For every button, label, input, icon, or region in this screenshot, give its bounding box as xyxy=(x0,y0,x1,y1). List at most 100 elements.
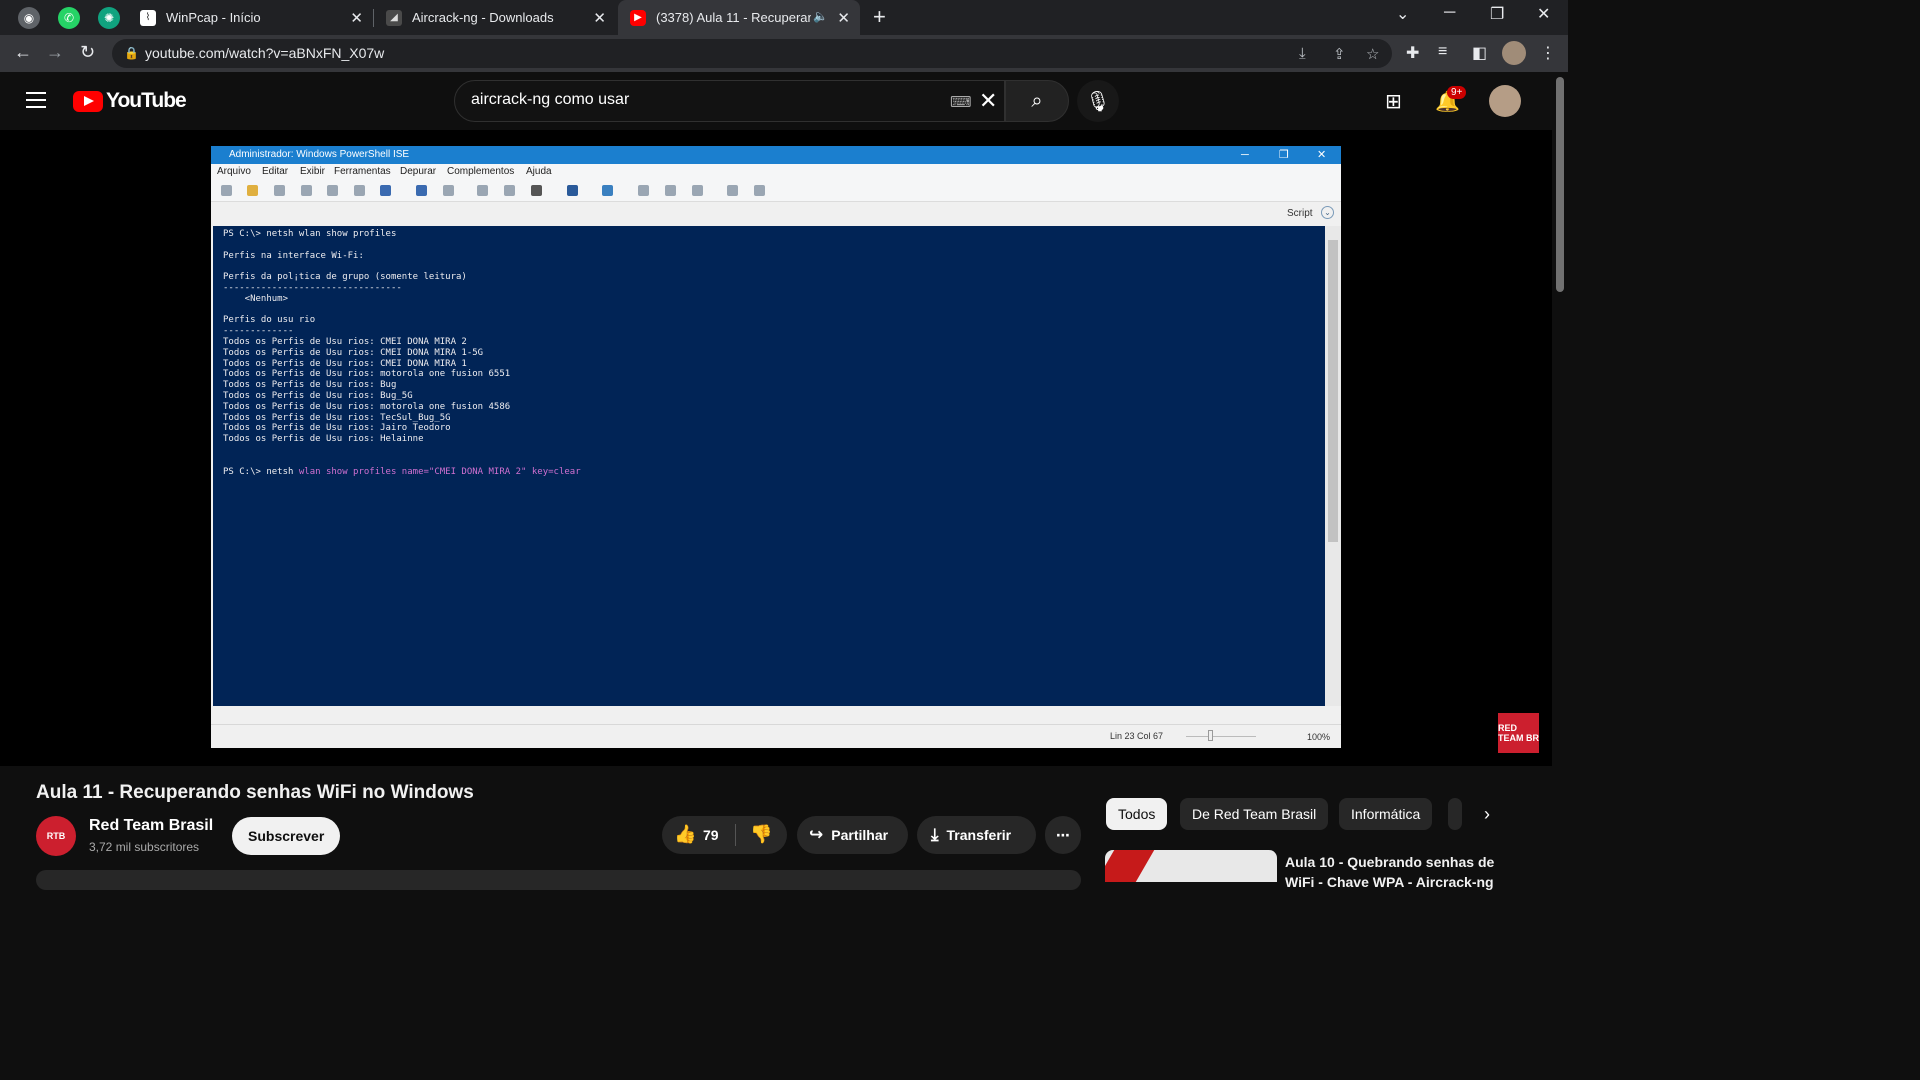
console-line: Todos os Perfis de Usu rios: Jairo Teodo… xyxy=(223,423,451,434)
tab-aircrack[interactable]: ◢ Aircrack-ng - Downloads ✕ xyxy=(374,0,616,35)
run-script-icon xyxy=(477,185,488,196)
like-icon[interactable]: 👍 xyxy=(674,824,696,845)
channel-name[interactable]: Red Team Brasil xyxy=(89,817,213,835)
tab-title: (3378) Aula 11 - Recuperand xyxy=(656,10,811,25)
page-scrollbar[interactable] xyxy=(1552,72,1568,882)
powershell-ise-window: Administrador: Windows PowerShell ISE ─ … xyxy=(211,146,1341,748)
chip-from-channel[interactable]: De Red Team Brasil xyxy=(1180,798,1329,830)
share-label: Partilhar xyxy=(831,827,889,843)
pinned-tab-icon[interactable]: ◉ xyxy=(18,7,40,29)
notifications-badge: 9+ xyxy=(1447,86,1467,99)
ise-menubar: Arquivo Editar Exibir Ferramentas Depura… xyxy=(211,164,1341,180)
console-line: Todos os Perfis de Usu rios: Bug xyxy=(223,380,397,391)
search-box[interactable]: ⌨ ✕ xyxy=(454,80,1005,122)
video-player[interactable]: Administrador: Windows PowerShell ISE ─ … xyxy=(0,130,1552,766)
like-count[interactable]: 79 xyxy=(703,827,719,843)
show-script-icon xyxy=(727,185,738,196)
lock-icon[interactable]: 🔒 xyxy=(124,46,139,60)
search-input[interactable] xyxy=(471,91,931,109)
url-text[interactable]: youtube.com/watch?v=aBNxFN_X07w xyxy=(145,45,384,61)
microphone-icon: 🎙 xyxy=(1085,90,1111,113)
layout-right-icon xyxy=(665,185,676,196)
run-selection-icon xyxy=(504,185,515,196)
side-panel-icon[interactable]: ◧ xyxy=(1472,43,1487,63)
chip-informatica[interactable]: Informática xyxy=(1339,798,1433,830)
share-button[interactable]: ↪ Partilhar xyxy=(797,816,908,854)
tab-title: WinPcap - Início xyxy=(166,10,261,25)
audio-playing-icon[interactable]: 🔈 xyxy=(813,9,828,23)
close-window-button[interactable]: ✕ xyxy=(1537,4,1550,24)
extensions-icon[interactable]: ✚ xyxy=(1406,43,1419,63)
restore-button[interactable]: ❐ xyxy=(1490,4,1504,24)
new-tab-button[interactable]: + xyxy=(873,4,886,30)
close-tab-icon[interactable]: ✕ xyxy=(837,9,850,27)
dislike-icon[interactable]: 👎 xyxy=(750,824,772,845)
redo-icon xyxy=(443,185,454,196)
zoom-level: 100% xyxy=(1307,732,1331,742)
close-tab-icon[interactable]: ✕ xyxy=(350,9,363,27)
profile-avatar[interactable] xyxy=(1502,41,1526,65)
menu-hamburger-icon[interactable] xyxy=(26,92,46,113)
reload-button[interactable]: ↻ xyxy=(80,42,95,63)
browser-toolbar: ← → ↻ 🔒 youtube.com/watch?v=aBNxFN_X07w … xyxy=(0,35,1568,72)
more-actions-button[interactable]: ⋯ xyxy=(1045,816,1081,854)
chip-partial[interactable] xyxy=(1448,798,1462,830)
chevron-right-icon[interactable]: › xyxy=(1484,804,1490,825)
aircrack-favicon: ◢ xyxy=(386,9,402,26)
ise-menu-item: Ajuda xyxy=(526,166,552,177)
youtube-wordmark: YouTube xyxy=(106,89,187,112)
console-command-args: wlan show profiles name="CMEI DONA MIRA … xyxy=(298,466,581,477)
search-button[interactable]: ⌕ xyxy=(1005,80,1069,122)
like-divider xyxy=(735,824,736,846)
bookmark-star-icon[interactable]: ☆ xyxy=(1366,45,1379,63)
subscriber-count: 3,72 mil subscritores xyxy=(89,840,200,854)
recommended-thumbnail[interactable] xyxy=(1105,850,1277,882)
voice-search-button[interactable]: 🎙 xyxy=(1077,80,1119,122)
whatsapp-tab-icon[interactable]: ✆ xyxy=(58,7,80,29)
forward-button[interactable]: → xyxy=(46,42,64,63)
tab-search-icon[interactable]: ⌄ xyxy=(1396,4,1409,24)
clear-search-icon[interactable]: ✕ xyxy=(979,88,997,114)
winpcap-favicon: ⌇ xyxy=(140,9,156,26)
console-line: Todos os Perfis de Usu rios: CMEI DONA M… xyxy=(223,347,484,358)
console-prompt: PS C:\> netsh xyxy=(223,466,299,477)
description-box[interactable] xyxy=(36,870,1081,890)
console-line: ------------- xyxy=(223,326,294,337)
chip-all[interactable]: Todos xyxy=(1106,798,1168,830)
keyboard-icon[interactable]: ⌨ xyxy=(950,93,972,111)
ise-menu-item: Complementos xyxy=(447,166,515,177)
channel-avatar[interactable]: RTB xyxy=(36,816,76,856)
tab-youtube-active[interactable]: ▶ (3378) Aula 11 - Recuperand 🔈 ✕ xyxy=(618,0,860,35)
expand-script-icon: ⌄ xyxy=(1321,206,1334,219)
search-icon: ⌕ xyxy=(1031,89,1043,112)
share-arrow-icon: ↪ xyxy=(809,825,824,844)
recommended-title[interactable]: Aula 10 - Quebrando senhas de WiFi - Cha… xyxy=(1285,852,1525,892)
minimize-button[interactable]: ─ xyxy=(1444,4,1455,22)
console-line: <Nenhum> xyxy=(223,293,289,304)
address-bar[interactable]: 🔒 youtube.com/watch?v=aBNxFN_X07w ⤓ ⇪ ☆ xyxy=(112,39,1392,68)
subscribe-button[interactable]: Subscrever xyxy=(232,817,341,855)
clear-console-icon xyxy=(380,185,391,196)
tab-winpcap[interactable]: ⌇ WinPcap - Início ✕ xyxy=(128,0,373,35)
console-line: Todos os Perfis de Usu rios: motorola on… xyxy=(223,401,511,412)
menu-kebab-icon[interactable]: ⋮ xyxy=(1540,43,1556,63)
channel-watermark[interactable]: RED TEAM BR xyxy=(1498,713,1539,753)
ise-menu-item: Editar xyxy=(262,166,289,177)
user-avatar[interactable] xyxy=(1489,85,1521,117)
more-horizontal-icon: ⋯ xyxy=(1056,826,1070,843)
chatgpt-tab-icon[interactable]: ✺ xyxy=(98,7,120,29)
back-button[interactable]: ← xyxy=(14,42,32,63)
ise-scrollbar xyxy=(1325,226,1341,706)
create-video-icon[interactable]: ⊞ xyxy=(1385,89,1402,114)
youtube-logo[interactable]: YouTube xyxy=(73,89,187,113)
install-app-icon[interactable]: ⤓ xyxy=(1299,45,1306,62)
media-control-icon[interactable]: ≡ xyxy=(1438,43,1447,61)
download-button[interactable]: ⤓ Transferir xyxy=(917,816,1036,854)
console-line: Perfis na interface Wi-Fi: xyxy=(223,250,364,261)
share-icon[interactable]: ⇪ xyxy=(1333,45,1346,63)
close-tab-icon[interactable]: ✕ xyxy=(593,9,606,27)
page-scrollbar-thumb[interactable] xyxy=(1556,77,1564,292)
zoom-slider-thumb xyxy=(1208,730,1213,741)
